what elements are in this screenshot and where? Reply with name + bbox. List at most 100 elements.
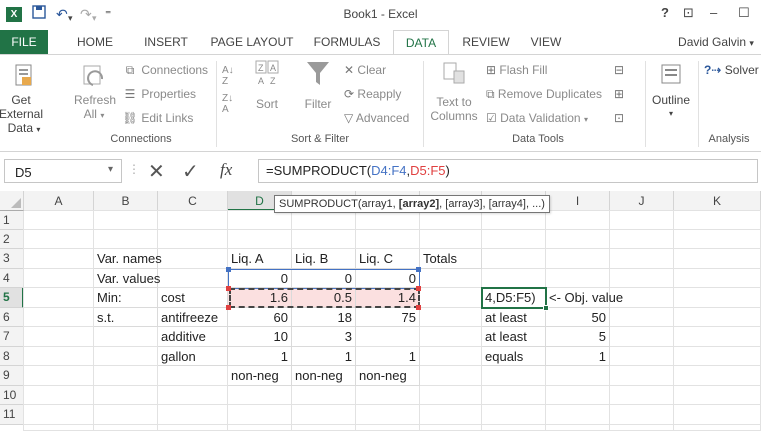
row-header-10[interactable]: 10 [0,386,24,405]
cell-e6[interactable]: 18 [292,308,356,327]
cell-g3[interactable]: Totals [420,249,482,269]
text-to-columns-button[interactable]: Text to Columns [428,59,480,123]
column-header-b[interactable]: B [94,191,158,211]
row-header-11[interactable]: 11 [0,405,24,425]
filter-button[interactable]: Filter [298,59,338,111]
cell-d8[interactable]: 1 [228,347,292,366]
range-handle[interactable] [226,305,231,310]
cell-b5[interactable]: Min: [94,288,158,308]
cell-h6[interactable]: at least [482,308,546,327]
cell-f4[interactable]: 0 [356,269,420,288]
cell-e4[interactable]: 0 [292,269,356,288]
row-header-5[interactable]: 5 [0,288,24,308]
cell-c7[interactable]: additive [158,327,228,347]
cell-h5-editing[interactable]: 4,D5:F5) [482,288,546,308]
range-handle[interactable] [416,267,421,272]
tab-review[interactable]: REVIEW [457,30,515,54]
cell-d9[interactable]: non-neg [228,366,292,386]
cell-e3[interactable]: Liq. B [292,249,356,269]
row-header-3[interactable]: 3 [0,249,24,269]
data-validation-button[interactable]: ☑ Data Validation ▾ [486,111,588,127]
column-header-j[interactable]: J [610,191,674,211]
column-header-a[interactable]: A [24,191,94,211]
function-argument-tooltip[interactable]: SUMPRODUCT(array1, [array2], [array3], [… [274,195,550,213]
cell-e5[interactable]: 0.5 [292,288,356,308]
confirm-entry-icon[interactable]: ✓ [182,159,199,184]
range-handle[interactable] [226,286,231,291]
cell-b4[interactable]: Var. values [94,269,160,288]
cell-f5[interactable]: 1.4 [356,288,420,308]
help-button[interactable]: ? [661,4,669,22]
tab-view[interactable]: VIEW [524,30,568,54]
cell-h7[interactable]: at least [482,327,546,347]
clear-button[interactable]: ✕ Clear [344,63,386,77]
sort-ascending-button[interactable]: A↓ Z [222,65,234,87]
get-external-data-button[interactable]: Get External Data ▾ [0,57,48,137]
reapply-button[interactable]: ⟳ Reapply [344,87,401,101]
cell-c5[interactable]: cost [158,288,228,308]
column-header-i[interactable]: I [546,191,610,211]
cell-f6[interactable]: 75 [356,308,420,327]
consolidate-button[interactable]: ⊟ [614,63,624,77]
cell-i6[interactable]: 50 [546,308,610,327]
cell-e8[interactable]: 1 [292,347,356,366]
row-header-9[interactable]: 9 [0,366,24,386]
edit-links-button[interactable]: ⛓ Edit Links [122,111,193,125]
user-account-menu[interactable]: David Galvin ▾ [672,30,760,54]
tab-file[interactable]: FILE [0,30,48,54]
row-header-7[interactable]: 7 [0,327,24,347]
row-header-2[interactable]: 2 [0,230,24,249]
cell-d4[interactable]: 0 [228,269,292,288]
maximize-button[interactable]: ☐ [738,4,750,22]
cell-f9[interactable]: non-neg [356,366,420,386]
minimize-button[interactable]: – [710,4,717,22]
cell-h8[interactable]: equals [482,347,546,366]
chevron-down-icon[interactable]: ▾ [108,164,113,175]
column-header-k[interactable]: K [674,191,761,211]
row-header-6[interactable]: 6 [0,308,24,327]
cell-f8[interactable]: 1 [356,347,420,366]
tab-home[interactable]: HOME [70,30,120,54]
tab-data[interactable]: DATA [393,30,449,55]
formula-input[interactable]: =SUMPRODUCT(D4:F4,D5:F5) [258,159,758,183]
range-handle[interactable] [226,267,231,272]
cell-e7[interactable]: 3 [292,327,356,347]
tab-insert[interactable]: INSERT [138,30,194,54]
cell-d7[interactable]: 10 [228,327,292,347]
cancel-entry-icon[interactable]: ✕ [148,159,165,184]
cell-d3[interactable]: Liq. A [228,249,292,269]
flash-fill-button[interactable]: ⊞ Flash Fill [486,63,547,77]
connections-button[interactable]: ⧉ Connections [122,63,208,77]
sort-descending-button[interactable]: Z↓ A [222,93,233,115]
cell-i5[interactable]: <- Obj. value [546,288,623,308]
column-header-c[interactable]: C [158,191,228,211]
cell-i7[interactable]: 5 [546,327,610,347]
remove-duplicates-button[interactable]: ⧉ Remove Duplicates [486,87,602,101]
tab-formulas[interactable]: FORMULAS [309,30,385,54]
range-handle[interactable] [416,286,421,291]
refresh-all-button[interactable]: Refresh All ▾ [74,57,116,123]
row-header-8[interactable]: 8 [0,347,24,366]
cell-d6[interactable]: 60 [228,308,292,327]
what-if-analysis-button[interactable]: ⊞ [614,87,624,101]
cell-c6[interactable]: antifreeze [158,308,228,327]
cell-d5[interactable]: 1.6 [228,288,292,308]
sort-button[interactable]: ZAAZ Sort [250,59,284,111]
cell-c8[interactable]: gallon [158,347,228,366]
cell-i8[interactable]: 1 [546,347,610,366]
formula-bar-resize-icon[interactable]: ⋮ [128,162,140,176]
range-handle[interactable] [416,305,421,310]
relationships-button[interactable]: ⊡ [614,111,624,125]
select-all-corner[interactable] [0,191,24,211]
tab-page-layout[interactable]: PAGE LAYOUT [206,30,298,54]
outline-button[interactable]: Outline ▾ [648,59,694,121]
insert-function-icon[interactable]: fx [220,160,232,180]
row-header-4[interactable]: 4 [0,269,24,288]
fill-handle[interactable] [543,305,549,311]
name-box[interactable]: D5 ▾ [4,159,122,183]
solver-button[interactable]: ?⇢ Solver [704,63,759,77]
cell-b3[interactable]: Var. names [94,249,162,269]
advanced-button[interactable]: ▽ Advanced [344,111,409,125]
row-header-1[interactable]: 1 [0,211,24,230]
properties-button[interactable]: ☰ Properties [122,87,196,101]
